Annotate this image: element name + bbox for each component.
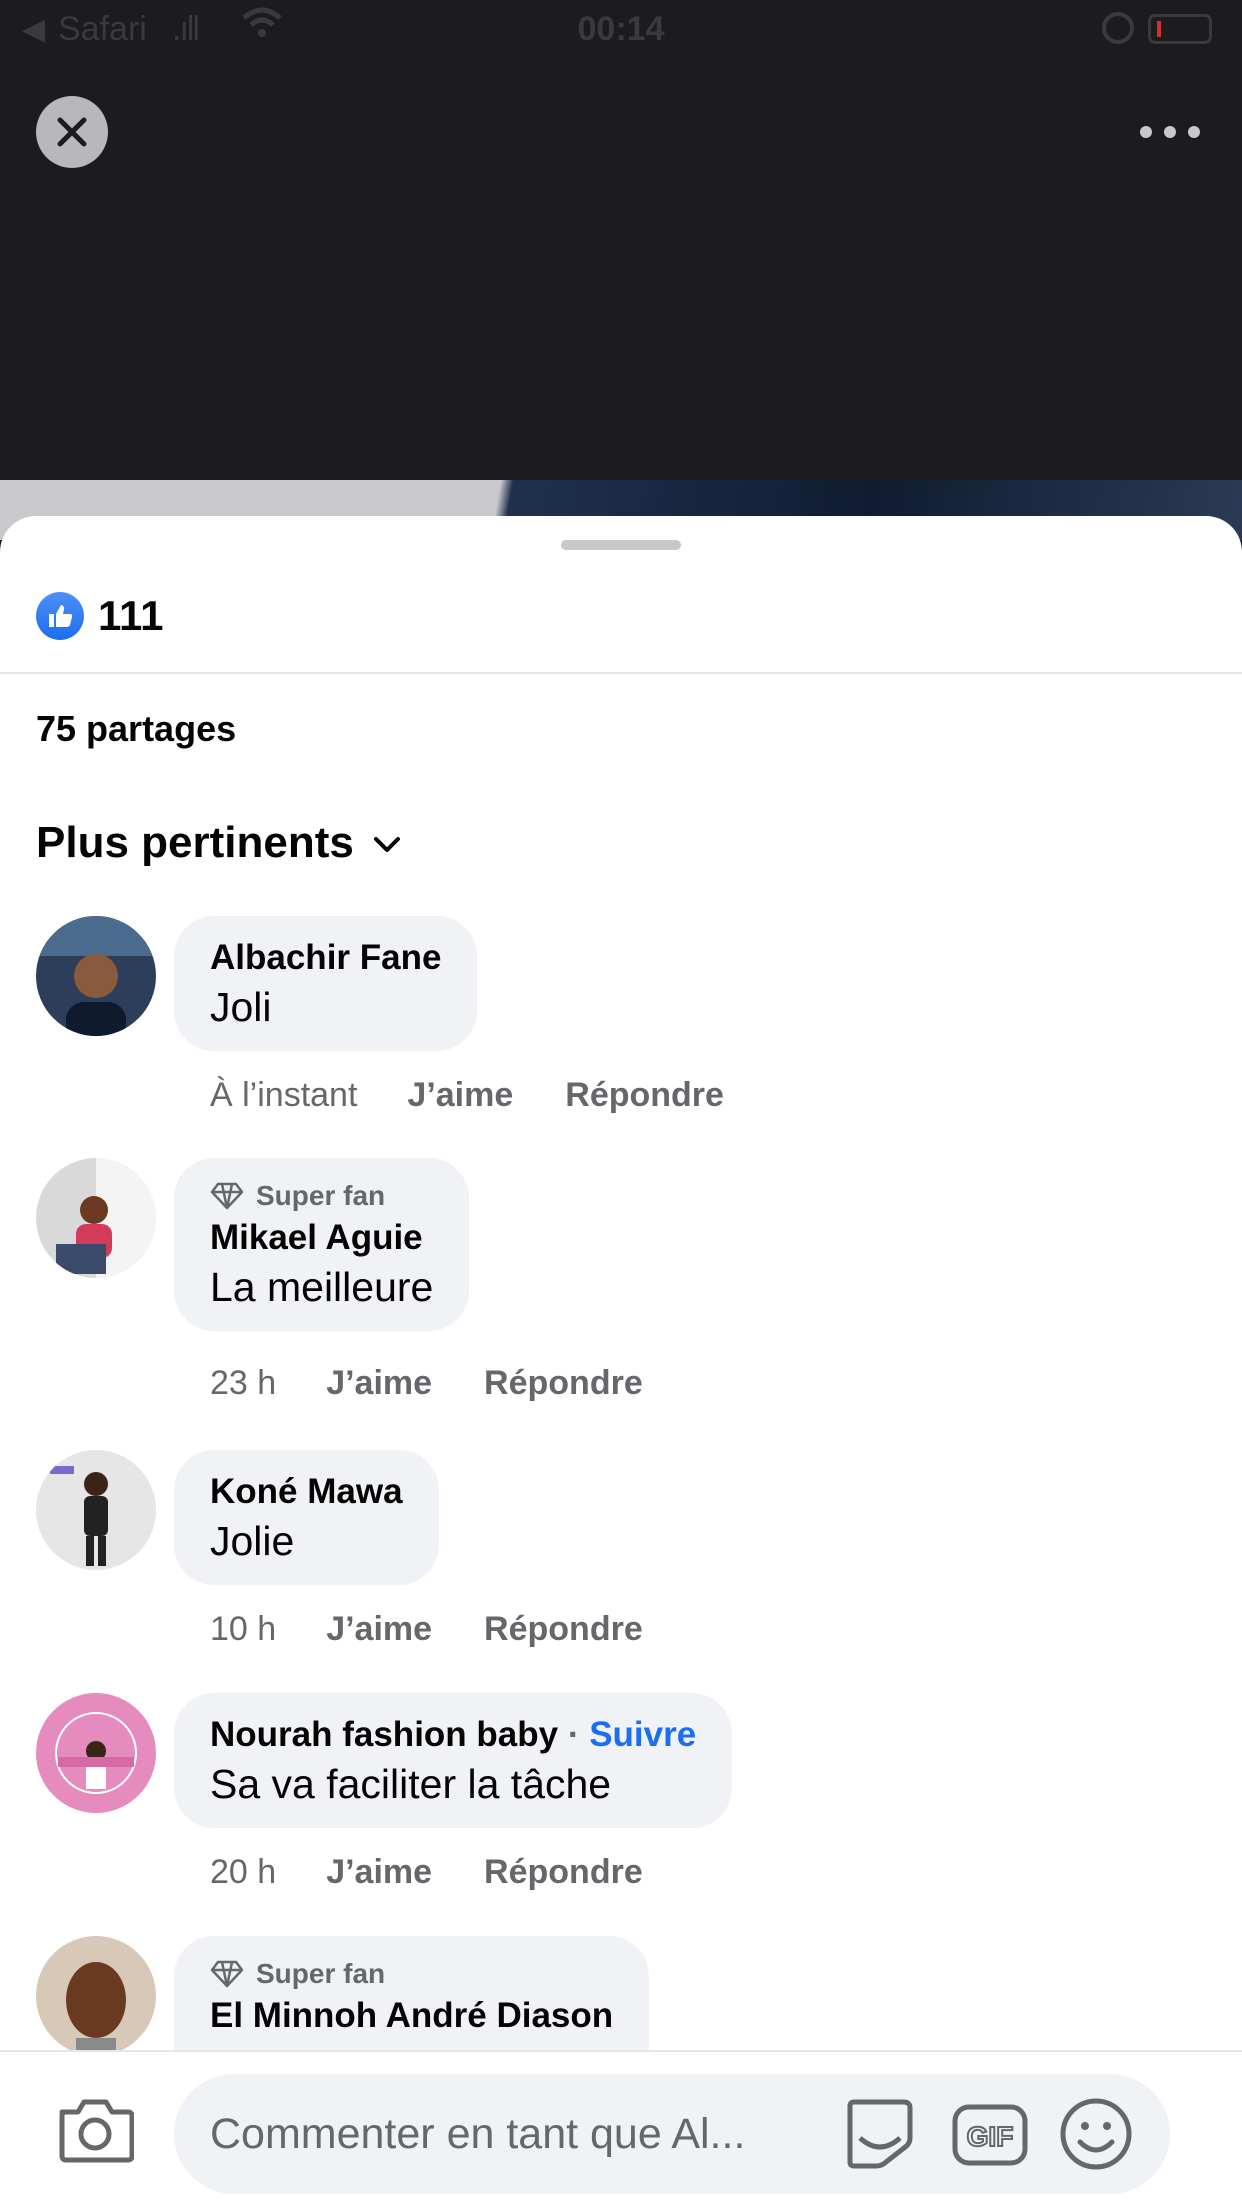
more-icon: [1140, 126, 1152, 138]
rotation-lock-icon: [1102, 12, 1134, 44]
avatar[interactable]: [36, 1450, 156, 1570]
status-time: 00:14: [577, 10, 665, 48]
super-fan-badge: Super fan: [210, 1180, 433, 1212]
super-fan-badge: Super fan: [210, 1958, 613, 1990]
reactions-count: 111: [98, 592, 164, 639]
comment-composer: Commenter en tant que Al... GIF: [0, 2050, 1242, 2208]
like-button[interactable]: J’aime: [326, 1610, 432, 1649]
close-icon: [57, 117, 87, 147]
badge-label: Super fan: [256, 1958, 386, 1989]
more-options-button[interactable]: [1140, 110, 1200, 154]
comment-author[interactable]: Albachir Fane: [210, 938, 441, 978]
follow-button[interactable]: Suivre: [589, 1715, 696, 1754]
comment-bubble[interactable]: Koné Mawa Jolie: [174, 1450, 439, 1585]
comments-sheet: 111 75 partages Plus pertinents Albachir…: [0, 516, 1242, 2208]
avatar[interactable]: [36, 1693, 156, 1813]
status-bar: ◀ Safari .ıll 00:14: [0, 0, 1242, 60]
gif-label: GIF: [967, 2121, 1014, 2152]
like-icon: [36, 592, 84, 640]
like-button[interactable]: J’aime: [407, 1076, 513, 1115]
reply-button[interactable]: Répondre: [565, 1076, 724, 1115]
badge-label: Super fan: [256, 1180, 386, 1211]
comment-text: Joli: [210, 984, 272, 1030]
comment-text: La meilleure: [210, 1264, 434, 1310]
battery-icon: [1148, 14, 1212, 44]
comment-actions: 20 h J’aime Répondre: [210, 1853, 643, 1892]
comment-time: 10 h: [210, 1610, 277, 1648]
sticker-icon[interactable]: [842, 2096, 918, 2177]
diamond-icon: [210, 1960, 244, 1988]
comment-author[interactable]: El Minnoh André Diason: [210, 1996, 613, 2036]
shares-count[interactable]: 75 partages: [36, 708, 236, 750]
comment-time: À l’instant: [210, 1076, 358, 1114]
like-button[interactable]: J’aime: [326, 1364, 432, 1403]
reply-button[interactable]: Répondre: [484, 1610, 643, 1649]
comment-input[interactable]: Commenter en tant que Al... GIF: [174, 2074, 1170, 2194]
avatar[interactable]: [36, 1158, 156, 1278]
avatar[interactable]: [36, 916, 156, 1036]
media-viewer: ◀ Safari .ıll 00:14: [0, 0, 1242, 520]
comment-time: 23 h: [210, 1364, 277, 1402]
reply-button[interactable]: Répondre: [484, 1364, 643, 1403]
comment-bubble[interactable]: Albachir Fane Joli: [174, 916, 478, 1051]
reply-button[interactable]: Répondre: [484, 1853, 643, 1892]
comment-author-line: Nourah fashion baby · Suivre: [210, 1715, 696, 1755]
sort-dropdown[interactable]: Plus pertinents: [36, 818, 402, 868]
comment-bubble[interactable]: Super fan Mikael Aguie La meilleure: [174, 1158, 470, 1331]
comment-author[interactable]: Koné Mawa: [210, 1472, 403, 1512]
close-button[interactable]: [36, 96, 108, 168]
camera-icon: [59, 2099, 135, 2163]
sort-label: Plus pertinents: [36, 818, 354, 867]
sheet-grabber[interactable]: [561, 540, 681, 550]
comment-time: 20 h: [210, 1853, 277, 1891]
divider: [0, 672, 1242, 674]
comment-text: Sa va faciliter la tâche: [210, 1761, 612, 1807]
comment-actions: 23 h J’aime Répondre: [210, 1364, 643, 1403]
chevron-down-icon: [373, 837, 400, 852]
comment-text: Jolie: [210, 1518, 295, 1564]
camera-button[interactable]: [56, 2096, 135, 2169]
comment-bubble[interactable]: Nourah fashion baby · Suivre Sa va facil…: [174, 1693, 733, 1828]
comment-actions: À l’instant J’aime Répondre: [210, 1076, 724, 1115]
gif-icon[interactable]: GIF: [952, 2104, 1028, 2171]
like-button[interactable]: J’aime: [326, 1853, 432, 1892]
comment-author[interactable]: Mikael Aguie: [210, 1218, 433, 1258]
comment-author[interactable]: Nourah fashion baby: [210, 1715, 558, 1754]
separator-dot: ·: [558, 1715, 590, 1754]
reactions-summary[interactable]: 111: [36, 588, 163, 644]
comment-actions: 10 h J’aime Répondre: [210, 1610, 643, 1649]
diamond-icon: [210, 1182, 244, 1210]
emoji-icon[interactable]: [1058, 2096, 1134, 2177]
avatar[interactable]: [36, 1936, 156, 2056]
